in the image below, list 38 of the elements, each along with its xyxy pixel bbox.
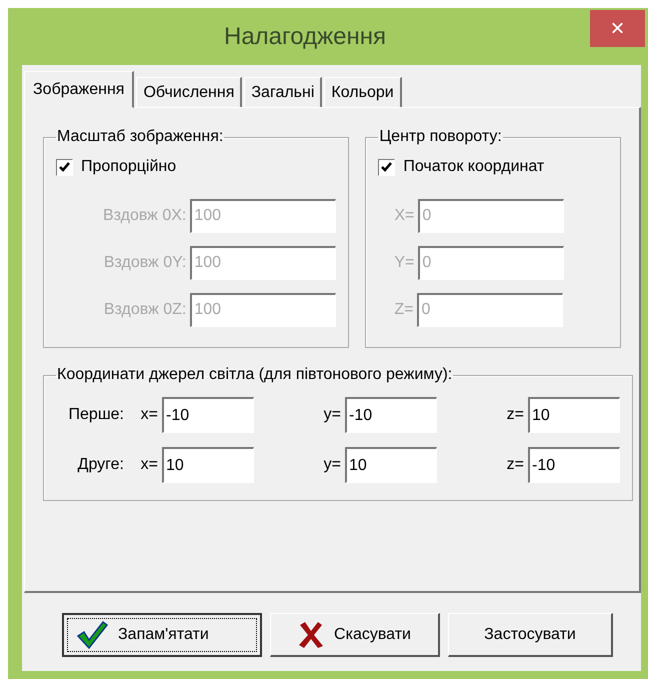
tab[interactable]: Загальні [244,77,322,107]
field-label: Вздовж 0Y: [104,254,186,272]
group-title: Масштаб зображення: [56,128,224,146]
field-label: y= [322,456,341,474]
checkbox-label[interactable]: Початок координат [403,158,544,176]
field-label: Вздовж 0X: [102,206,186,224]
field-label: x= [140,406,158,424]
input-field[interactable]: -10 [162,397,254,433]
field-label: z= [506,456,524,474]
input-field[interactable]: -10 [528,447,620,483]
checkbox[interactable] [56,158,73,176]
field-label: z= [506,406,524,424]
input-field[interactable]: 10 [162,447,254,483]
field-label: x= [140,456,158,474]
tab[interactable]: Зображення [24,71,134,108]
row-label: Друге: [76,456,124,474]
field-label: Y= [394,254,414,272]
field-label: Z= [394,300,414,318]
checkmark-icon [76,620,108,650]
group-title: Центр повороту: [378,128,503,146]
dialog-button[interactable]: Застосувати [448,613,613,657]
dialog-button[interactable]: Скасувати [270,613,440,657]
group-title: Координати джерел світла (для півтонового режиму): [56,366,454,384]
row-label: Перше: [68,406,124,424]
checkbox-label[interactable]: Пропорційно [81,158,176,176]
input-field[interactable]: -10 [345,397,437,433]
dialog-button[interactable]: Запам'ятати [62,613,262,657]
input-field[interactable]: 10 [528,397,620,433]
window-title: Налагодження [224,22,386,50]
checkbox[interactable] [378,158,396,176]
field-label: y= [322,406,341,424]
tab[interactable]: Обчислення [136,77,242,107]
field-label: X= [394,206,414,224]
tab[interactable]: Кольори [324,77,402,107]
input-field[interactable]: 10 [345,447,437,483]
cross-icon [298,620,324,648]
close-button[interactable]: × [590,10,645,47]
field-label: Вздовж 0Z: [104,300,186,318]
